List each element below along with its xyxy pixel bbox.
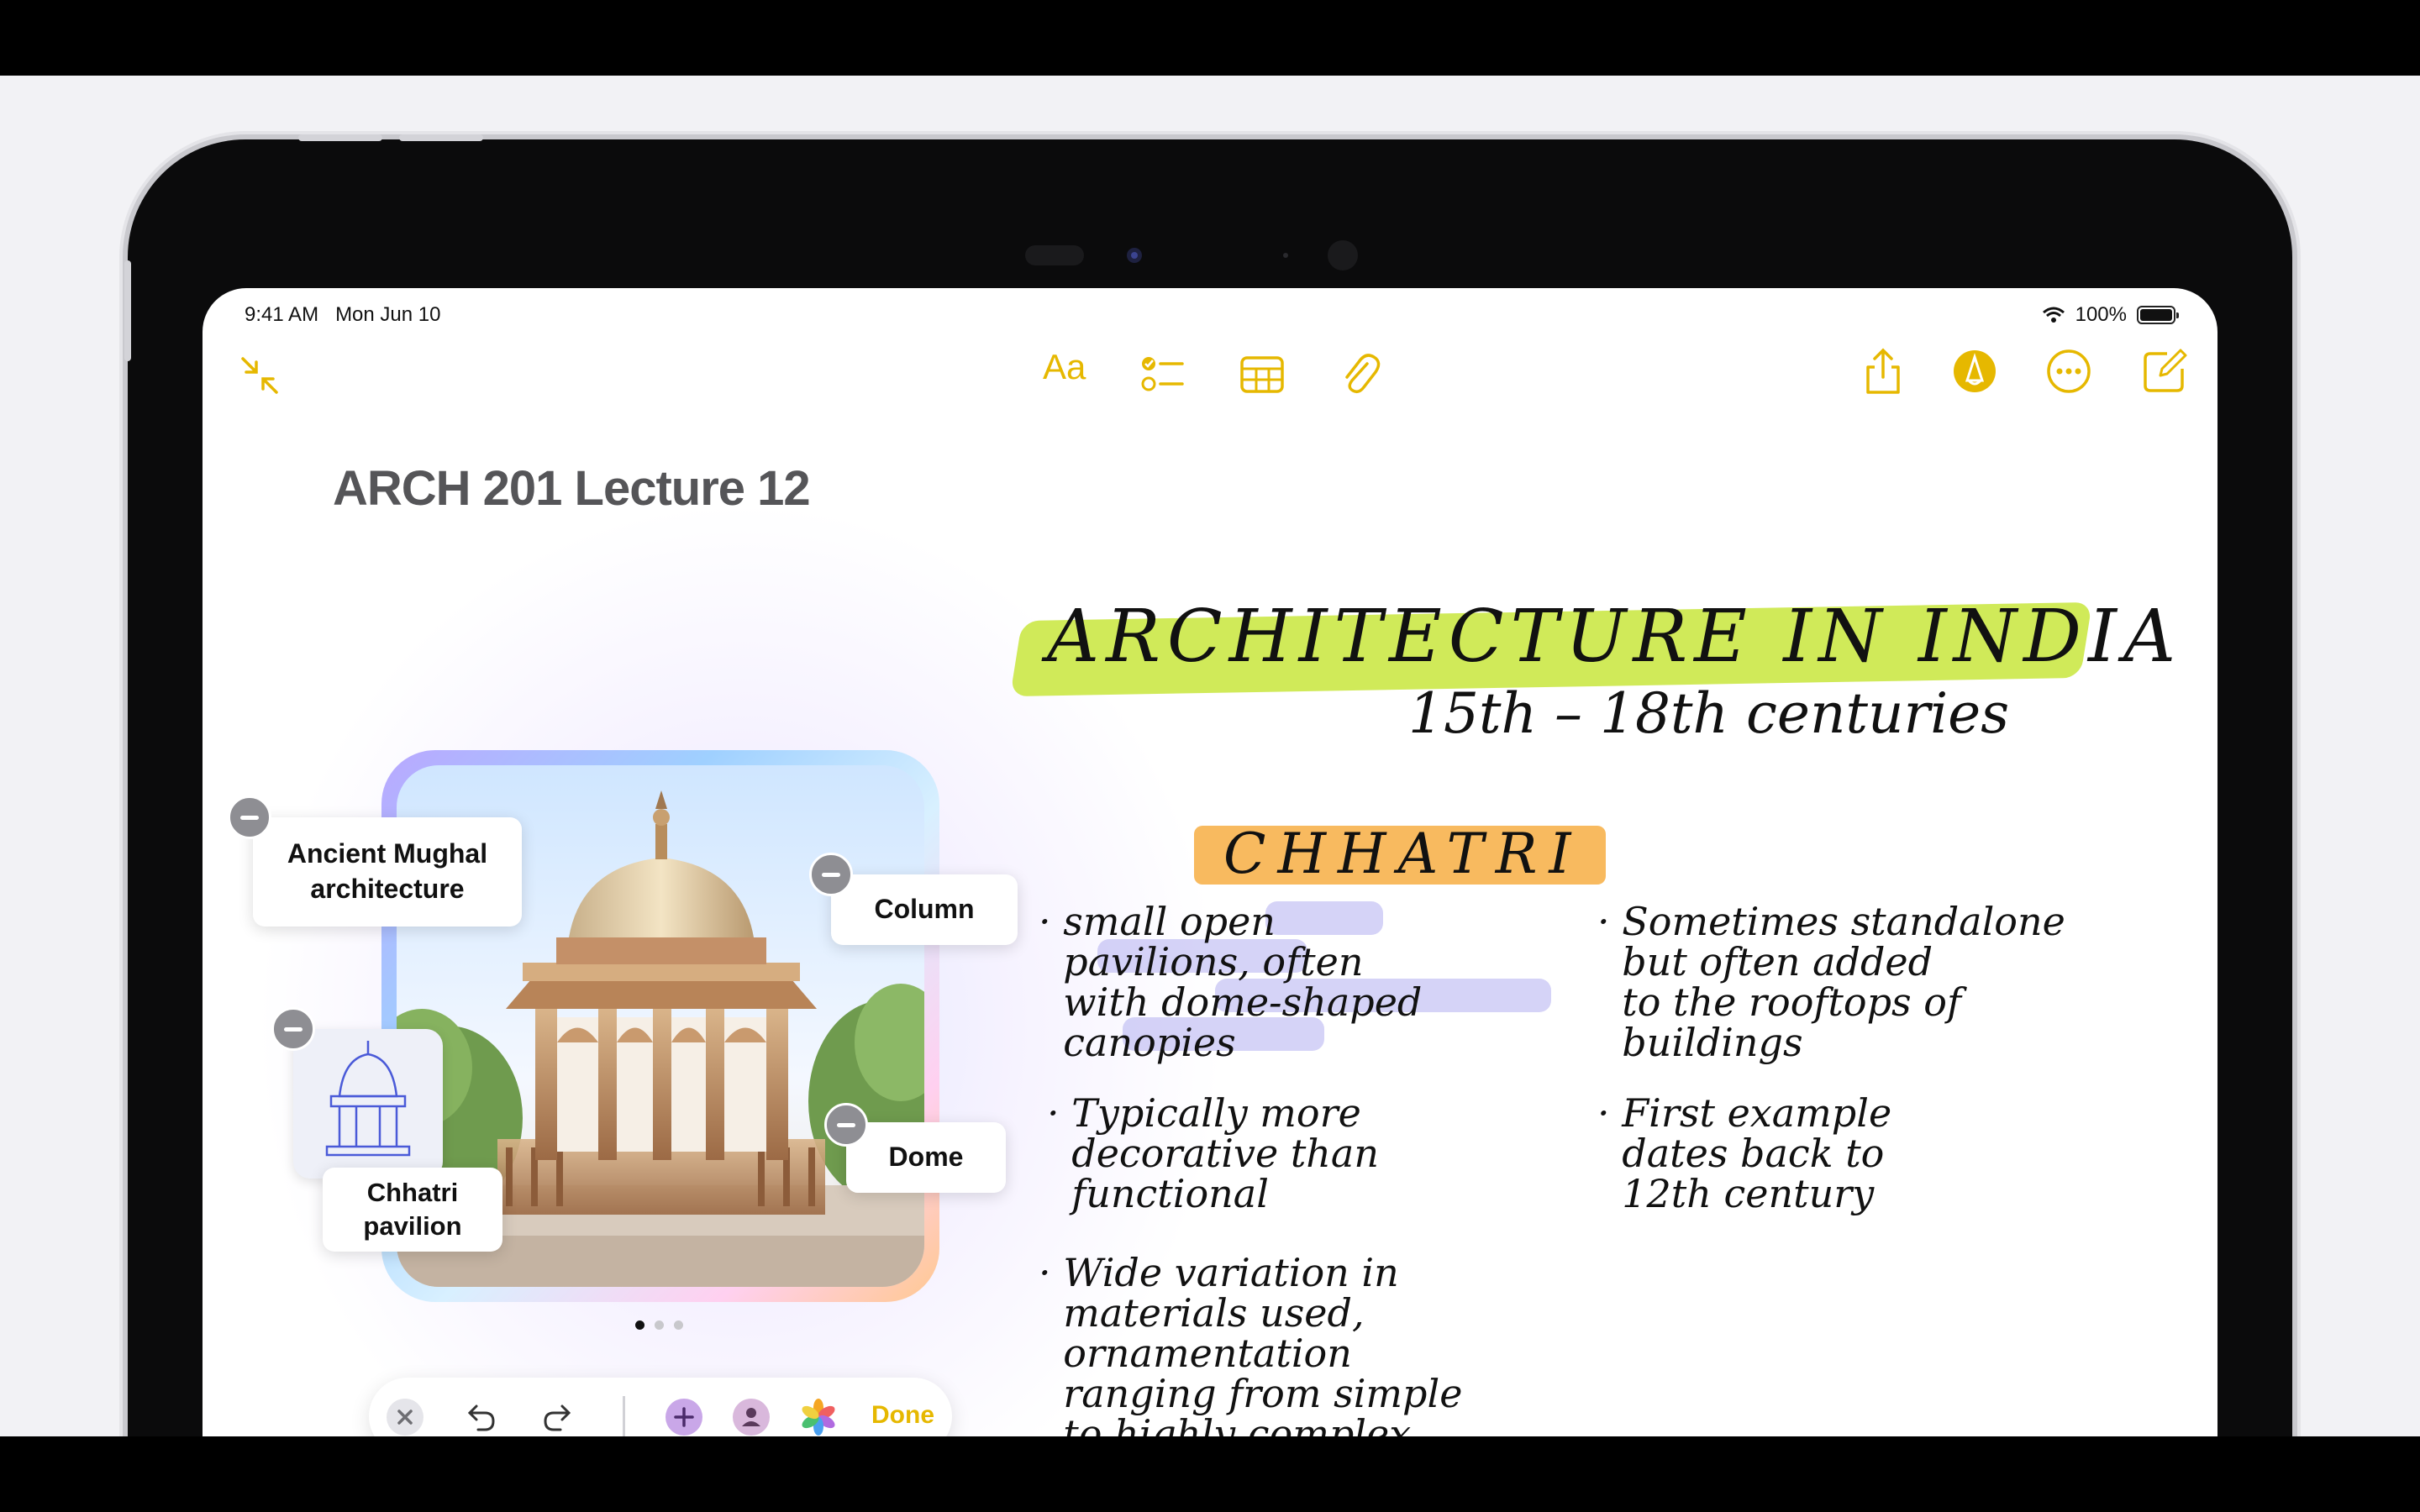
handwritten-section[interactable]: CHHATRI <box>1223 822 1582 886</box>
pavilion-sketch-icon <box>325 1041 411 1157</box>
wifi-icon <box>2042 307 2065 323</box>
side-button <box>124 260 131 361</box>
paperclip-icon[interactable] <box>1339 350 1381 397</box>
handwritten-bullet[interactable]: · small open pavilions, often with dome-… <box>1039 901 1422 1063</box>
remove-ancient-button[interactable] <box>228 795 271 839</box>
page-dot[interactable] <box>635 1320 644 1330</box>
image-edit-toolbar: Done <box>369 1378 952 1436</box>
more-icon[interactable] <box>2046 349 2091 394</box>
format-button[interactable]: Aa <box>1043 347 1086 387</box>
page-dot[interactable] <box>655 1320 664 1330</box>
label-ancient-mughal[interactable]: Ancient Mughal architecture <box>253 817 522 927</box>
undo-icon[interactable] <box>463 1399 498 1435</box>
redo-icon[interactable] <box>540 1399 576 1435</box>
close-icon[interactable] <box>386 1398 424 1436</box>
label-chhatri-pavilion[interactable]: Chhatri pavilion <box>323 1168 502 1252</box>
toolbar-divider <box>623 1396 625 1436</box>
status-date: Mon Jun 10 <box>335 303 441 326</box>
page-dot[interactable] <box>674 1320 683 1330</box>
volume-button <box>399 134 483 141</box>
remove-dome-button[interactable] <box>824 1103 868 1147</box>
checklist-icon[interactable] <box>1140 352 1186 397</box>
notes-screen: 9:41 AM Mon Jun 10 100% Aa ARCH 201 Lect… <box>203 288 2217 1436</box>
add-icon[interactable] <box>665 1398 703 1436</box>
status-time: 9:41 AM <box>245 303 319 326</box>
battery-icon <box>2137 306 2179 324</box>
stage: 9:41 AM Mon Jun 10 100% Aa ARCH 201 Lect… <box>0 76 2420 1436</box>
battery-percent: 100% <box>2075 303 2127 326</box>
handwritten-bullet[interactable]: · Wide variation in materials used, orna… <box>1039 1252 1462 1436</box>
label-column[interactable]: Column <box>831 874 1018 945</box>
share-icon[interactable] <box>1863 347 1903 396</box>
handwritten-heading[interactable]: ARCHITECTURE IN INDIA <box>1047 595 2182 679</box>
volume-button <box>298 134 382 141</box>
pavilion-sketch-thumbnail[interactable] <box>293 1029 443 1179</box>
markup-pen-icon[interactable] <box>1952 349 1997 394</box>
carousel-page-indicator[interactable] <box>635 1320 683 1330</box>
compose-icon[interactable] <box>2142 349 2187 394</box>
remove-column-button[interactable] <box>809 853 853 896</box>
done-button[interactable]: Done <box>871 1401 934 1430</box>
remove-pavilion-button[interactable] <box>271 1007 315 1051</box>
table-icon[interactable] <box>1239 354 1285 396</box>
handwritten-bullet[interactable]: · Typically more decorative than functio… <box>1047 1093 1379 1214</box>
collapse-icon[interactable] <box>238 354 281 397</box>
handwritten-subheading[interactable]: 15th – 18th centuries <box>1408 681 2009 746</box>
handwritten-bullet[interactable]: · Sometimes standalone but often added t… <box>1597 901 2065 1063</box>
photos-icon[interactable] <box>799 1398 838 1436</box>
status-bar: 9:41 AM Mon Jun 10 100% <box>245 297 2179 330</box>
person-icon[interactable] <box>732 1398 771 1436</box>
camera-icon <box>1025 240 1358 270</box>
label-dome[interactable]: Dome <box>846 1122 1006 1193</box>
handwritten-bullet[interactable]: · First example dates back to 12th centu… <box>1597 1093 1891 1214</box>
